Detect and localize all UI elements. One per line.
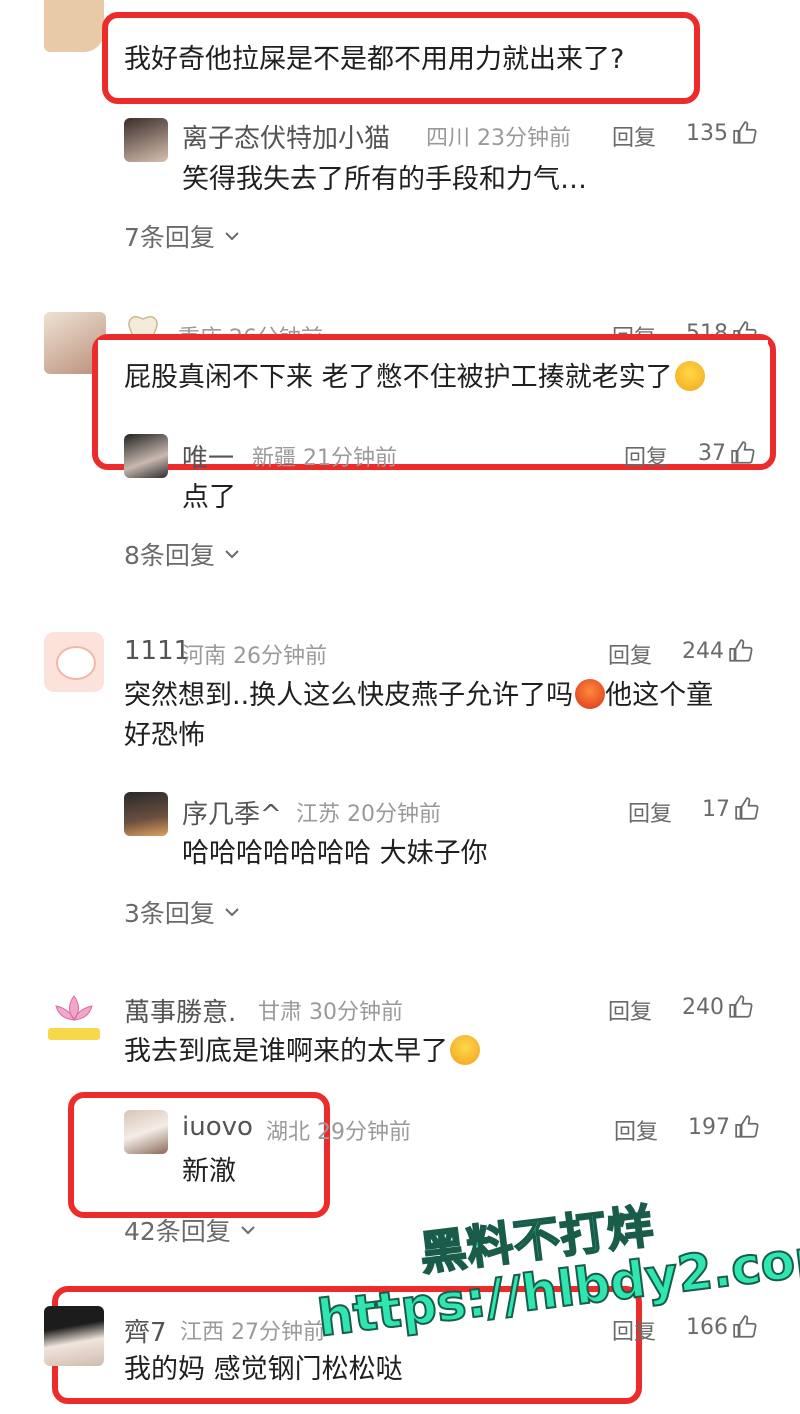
like-button[interactable]: 240 — [682, 994, 754, 1020]
comment-meta: 河南 26分钟前 — [182, 644, 327, 669]
comment-text-line: 他这个童 — [605, 680, 714, 711]
comment-text-content: 屁股真闲不下来 老了憋不住被护工揍就老实了 — [124, 362, 673, 393]
comment-text: 我的妈 感觉钢门松松哒 — [124, 1354, 403, 1385]
like-count: 197 — [688, 1114, 730, 1140]
reply-button[interactable]: 回复 — [608, 994, 652, 1026]
comment-username[interactable]: 萬事勝意. — [124, 992, 236, 1029]
reply-text: 哈哈哈哈哈哈哈 大妹子你 — [182, 838, 488, 869]
avatar[interactable] — [124, 792, 168, 836]
comment-username[interactable]: 1111 — [124, 636, 190, 666]
like-count: 244 — [682, 638, 724, 664]
expand-replies-button[interactable]: 7条回复 — [124, 218, 241, 254]
expand-replies-label: 8条回复 — [124, 541, 215, 570]
like-count: 17 — [702, 796, 730, 822]
reply-button[interactable]: 回复 — [612, 1314, 656, 1346]
reply-username[interactable]: 唯一 — [182, 438, 234, 475]
expand-replies-button[interactable]: 8条回复 — [124, 536, 241, 572]
comment-text-line: 突然想到..换人这么快皮燕子允许了吗 — [124, 680, 574, 711]
avatar[interactable] — [44, 1306, 104, 1366]
thumbs-up-icon — [729, 639, 753, 662]
reply-text: 点了 — [182, 482, 236, 513]
thumbs-up-icon — [729, 995, 753, 1018]
comment-text: 屁股真闲不下来 老了憋不住被护工揍就老实了 — [124, 358, 705, 398]
avatar[interactable] — [44, 632, 104, 692]
comment-meta: 江西 27分钟前 — [180, 1320, 325, 1345]
expand-replies-label: 3条回复 — [124, 899, 215, 928]
lotus-icon — [48, 995, 100, 1040]
like-button[interactable]: 244 — [682, 638, 754, 664]
avatar[interactable] — [44, 0, 104, 52]
expand-replies-label: 42条回复 — [124, 1217, 231, 1246]
thumbs-up-icon — [731, 441, 755, 464]
reply-username[interactable]: 离子态伏特加小猫 — [182, 118, 390, 155]
reply-button[interactable]: 回复 — [624, 440, 668, 472]
like-button[interactable]: 166 — [686, 1314, 758, 1340]
like-button[interactable]: 135 — [686, 120, 758, 146]
like-button[interactable]: 37 — [698, 440, 756, 466]
comment-username[interactable]: 齊7 — [124, 1312, 167, 1349]
reply-text: 笑得我失去了所有的手段和力气… — [182, 164, 587, 195]
comment-text: 突然想到..换人这么快皮燕子允许了吗 他这个童 — [124, 676, 713, 716]
chevron-down-icon — [225, 550, 239, 559]
thumbs-up-icon — [733, 1315, 757, 1338]
like-button[interactable]: 197 — [688, 1114, 760, 1140]
thumbs-up-icon — [733, 121, 757, 144]
crying-emoji-icon — [450, 1035, 480, 1065]
chevron-down-icon — [225, 232, 239, 241]
reply-username[interactable]: 序几季^ — [182, 794, 282, 831]
thumbs-up-icon — [735, 1115, 759, 1138]
comment-meta: 甘肃 30分钟前 — [258, 1000, 403, 1025]
comment-text: 我好奇他拉屎是不是都不用用力就出来了? — [124, 44, 625, 75]
avatar[interactable] — [44, 990, 104, 1046]
expand-replies-button[interactable]: 42条回复 — [124, 1212, 257, 1248]
comment-text: 我去到底是谁啊来的太早了 — [124, 1032, 480, 1072]
like-count: 240 — [682, 994, 724, 1020]
reply-button[interactable]: 回复 — [614, 1114, 658, 1146]
reply-button[interactable]: 回复 — [628, 796, 672, 828]
laughing-crying-emoji-icon — [674, 361, 705, 391]
thumbs-up-icon — [735, 797, 759, 820]
avatar[interactable] — [124, 118, 168, 162]
like-button[interactable]: 17 — [702, 796, 760, 822]
expand-replies-label: 7条回复 — [124, 223, 215, 252]
comment-text-line2: 好恐怖 — [124, 720, 205, 751]
angry-emoji-icon — [575, 679, 606, 709]
comment-text-content: 我去到底是谁啊来的太早了 — [124, 1036, 448, 1067]
avatar[interactable] — [124, 1110, 168, 1154]
reply-username[interactable]: iuovo — [182, 1112, 253, 1142]
avatar[interactable] — [124, 434, 168, 478]
reply-meta: 新疆 21分钟前 — [252, 446, 397, 471]
chevron-down-icon — [225, 908, 239, 917]
chevron-down-icon — [241, 1226, 255, 1235]
expand-replies-button[interactable]: 3条回复 — [124, 894, 241, 930]
reply-text: 新澈 — [182, 1156, 236, 1187]
reply-meta: 四川 23分钟前 — [426, 126, 571, 151]
reply-button[interactable]: 回复 — [612, 120, 656, 152]
like-count: 37 — [698, 440, 726, 466]
reply-button[interactable]: 回复 — [608, 638, 652, 670]
like-count: 166 — [686, 1314, 728, 1340]
reply-meta: 江苏 20分钟前 — [296, 802, 441, 827]
like-count: 135 — [686, 120, 728, 146]
reply-meta: 湖北 29分钟前 — [266, 1120, 411, 1145]
